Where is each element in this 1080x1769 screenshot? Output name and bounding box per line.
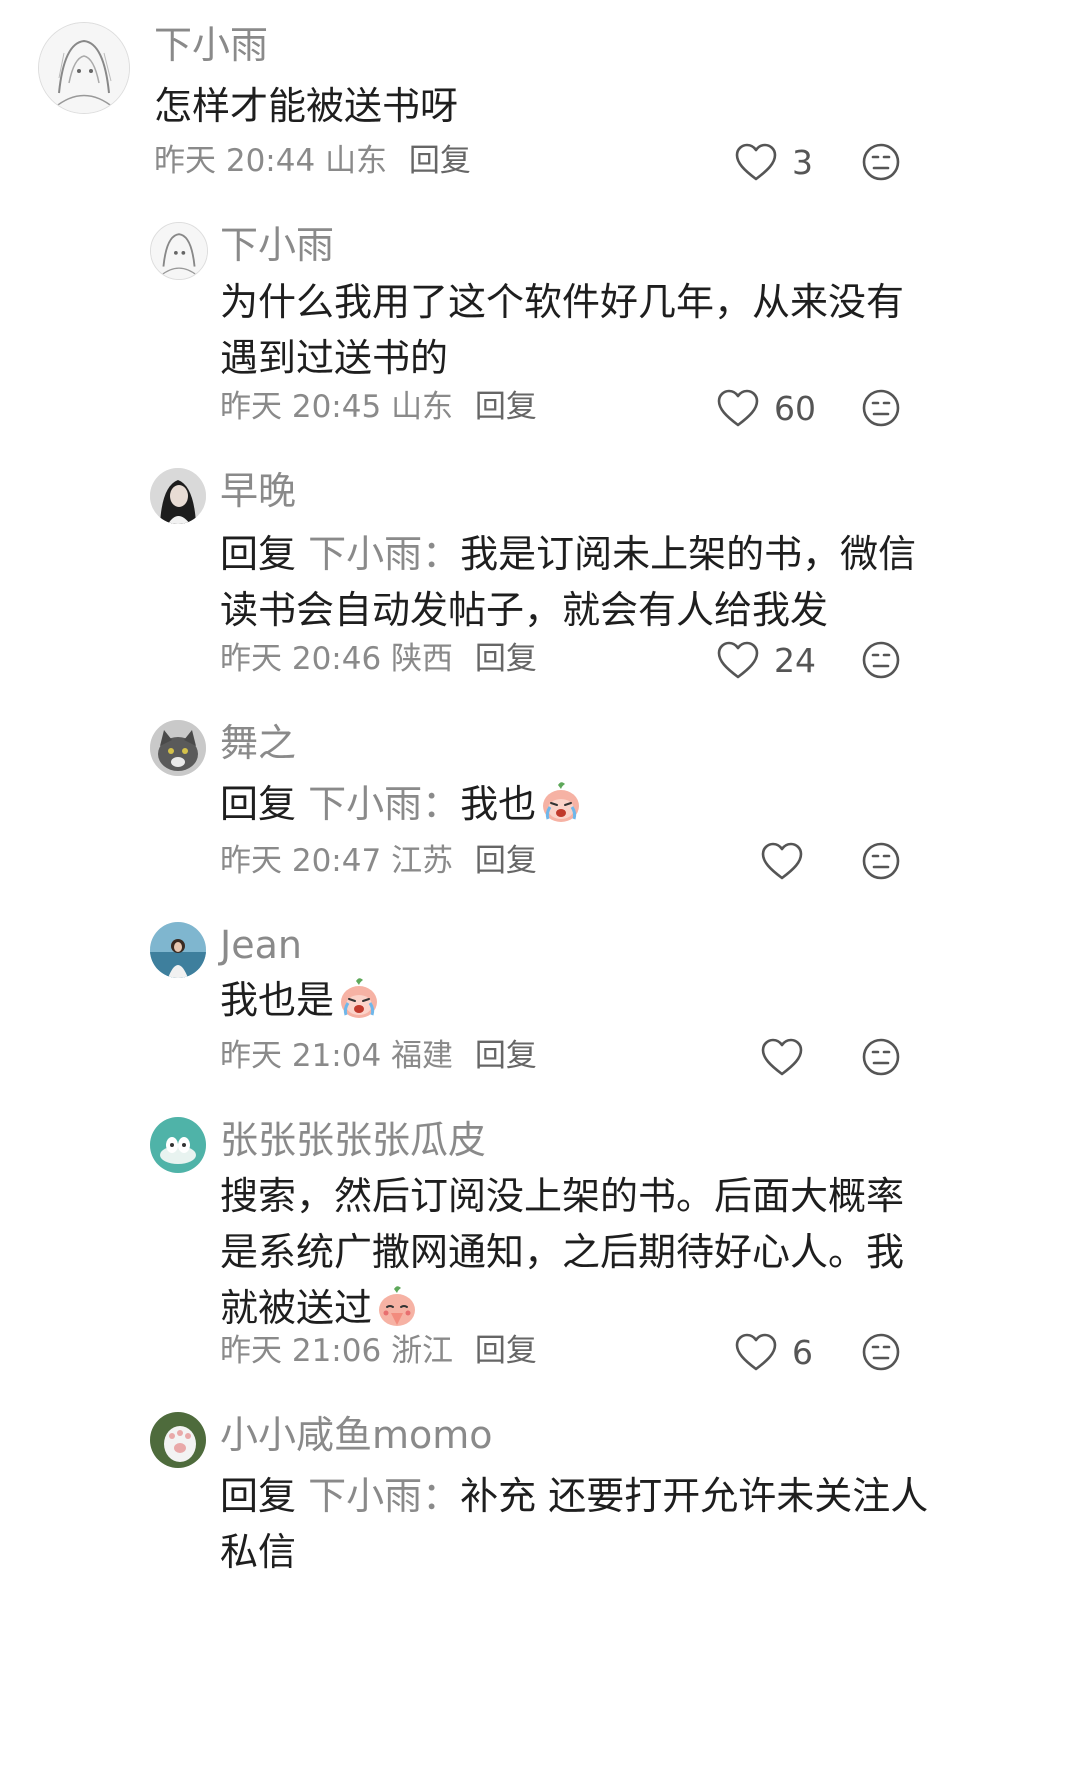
like-button[interactable]: 24 [716,640,816,680]
like-count: 60 [774,388,816,428]
reply-target-name[interactable]: 下小雨： [308,532,460,576]
dislike-icon[interactable] [861,142,901,182]
comment-text-line: 搜索，然后订阅没上架的书。后面大概率 [220,1174,905,1218]
comment-text-line: 回复 下小雨：我是订阅未上架的书，微信 [220,526,916,582]
avatar[interactable] [150,922,206,978]
comment-meta: 昨天 21:06 浙江 回复 [220,1336,537,1367]
heart-icon [761,1038,803,1076]
comment-text-line: 回复 下小雨：补充 还要打开允许未关注人 [220,1468,928,1524]
like-count: 3 [792,142,813,182]
comment-text-line: 私信 [220,1530,297,1574]
comment-time: 昨天 21:04 [220,1038,382,1074]
like-button[interactable] [760,1037,804,1077]
like-button[interactable]: 60 [716,388,816,428]
comment-time: 昨天 20:44 [154,143,316,179]
avatar[interactable] [150,1412,206,1468]
paw-icon [150,1412,206,1468]
dislike-icon[interactable] [861,640,901,680]
sketch-girl-icon [151,223,207,279]
green-cartoon-icon [150,1117,206,1173]
like-count: 6 [792,1332,813,1372]
comment-text-part: 就被送过 [220,1286,373,1330]
like-button[interactable]: 6 [734,1332,813,1372]
comment-location: 福建 [391,1038,454,1074]
comment-location: 山东 [325,143,388,179]
reply-target-name[interactable]: 下小雨： [308,1474,460,1518]
like-count: 24 [774,640,816,680]
reply-target-name[interactable]: 下小雨： [308,782,460,826]
dislike-icon[interactable] [861,1332,901,1372]
comment-text-part: 我也是 [220,978,335,1022]
avatar[interactable] [38,22,130,114]
avatar[interactable] [150,468,206,524]
reply-button[interactable]: 回复 [475,843,537,879]
like-button[interactable]: 3 [734,142,813,182]
comment-text-part: 我也 [460,782,537,826]
comment-time: 昨天 20:45 [220,389,382,425]
dislike-icon[interactable] [861,388,901,428]
commenter-name[interactable]: 张张张张张瓜皮 [220,1121,486,1159]
comment-text: 搜索，然后订阅没上架的书。后面大概率 是系统广撒网通知，之后期待好心人。我 就被… [220,1168,904,1336]
like-button[interactable] [760,841,804,881]
reply-prefix: 回复 [220,532,297,576]
avatar[interactable] [150,222,208,280]
commenter-name[interactable]: 舞之 [220,724,296,762]
comment-time: 昨天 20:47 [220,843,382,879]
praying-face-emoji-icon [379,1286,416,1326]
commenter-name[interactable]: 早晚 [220,472,296,510]
comment-text-line: 就被送过 [220,1280,904,1336]
dislike-icon[interactable] [861,841,901,881]
comment-text: 我也是 [220,972,382,1028]
comment-location: 浙江 [391,1333,454,1369]
avatar[interactable] [150,1117,206,1173]
comment-meta: 昨天 20:46 陕西 回复 [220,644,537,675]
comment-text-line: 遇到过送书的 [220,336,449,380]
comment-meta: 昨天 20:45 山东 回复 [220,392,537,423]
commenter-name[interactable]: 小小咸鱼momo [220,1416,493,1454]
comment-location: 江苏 [391,843,454,879]
seaside-person-icon [150,922,206,978]
comment-text: 怎样才能被送书呀 [154,84,459,128]
comment-text: 为什么我用了这个软件好几年，从来没有 遇到过送书的 [220,274,904,386]
comment-text-part: 补充 还要打开允许未关注人 [460,1474,929,1518]
heart-icon [717,641,759,679]
comment-meta: 昨天 21:04 福建 回复 [220,1041,537,1072]
reply-button[interactable]: 回复 [475,641,537,677]
reply-button[interactable]: 回复 [409,143,471,179]
sketch-girl-icon [39,23,129,113]
reply-button[interactable]: 回复 [475,389,537,425]
reply-button[interactable]: 回复 [475,1038,537,1074]
comment-text: 回复 下小雨：补充 还要打开允许未关注人 私信 [220,1468,928,1580]
crying-face-emoji-icon [341,978,378,1018]
comment-text-line: 是系统广撒网通知，之后期待好心人。我 [220,1230,905,1274]
comment-location: 山东 [391,389,454,425]
reply-prefix: 回复 [220,782,297,826]
heart-icon [717,389,759,427]
comment-text-line: 读书会自动发帖子，就会有人给我发 [220,588,829,632]
reply-prefix: 回复 [220,1474,297,1518]
comment-location: 陕西 [391,641,454,677]
comment-text: 回复 下小雨：我也 [220,776,584,832]
comment-meta: 昨天 20:44 山东 回复 [154,146,471,177]
heart-icon [735,143,777,181]
commenter-name[interactable]: Jean [220,926,302,964]
commenter-name[interactable]: 下小雨 [154,26,268,64]
comment-time: 昨天 21:06 [220,1333,382,1369]
woman-portrait-icon [150,468,206,524]
crying-face-emoji-icon [543,782,580,822]
comment-thread: 下小雨 怎样才能被送书呀 昨天 20:44 山东 回复 3 下小雨 为什么我用了… [0,0,1080,1769]
dislike-icon[interactable] [861,1037,901,1077]
heart-icon [735,1333,777,1371]
comment-text-part: 我是订阅未上架的书，微信 [460,532,917,576]
comment-meta: 昨天 20:47 江苏 回复 [220,846,537,877]
commenter-name[interactable]: 下小雨 [220,226,334,264]
comment-text-line: 为什么我用了这个软件好几年，从来没有 [220,280,905,324]
comment-time: 昨天 20:46 [220,641,382,677]
avatar[interactable] [150,720,206,776]
reply-button[interactable]: 回复 [475,1333,537,1369]
cat-icon [150,720,206,776]
comment-text: 回复 下小雨：我是订阅未上架的书，微信 读书会自动发帖子，就会有人给我发 [220,526,916,638]
heart-icon [761,842,803,880]
